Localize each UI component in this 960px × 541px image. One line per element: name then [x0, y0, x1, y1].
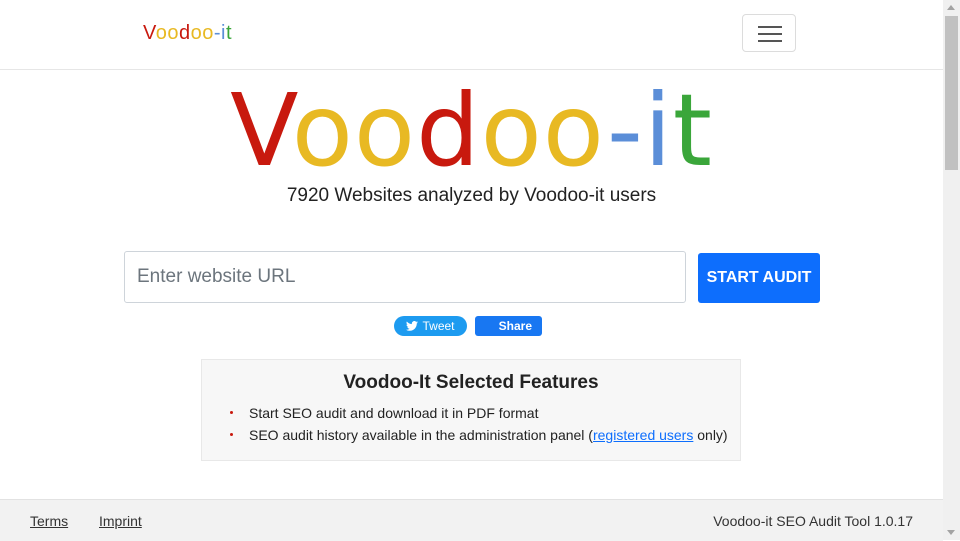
logo-letter: t: [672, 72, 713, 189]
website-url-input[interactable]: [124, 251, 686, 303]
websites-analyzed-count: 7920 Websites analyzed by Voodoo-it user…: [286, 185, 657, 206]
hero-logo: Voodoo-it: [0, 76, 943, 186]
scroll-up-arrow-icon[interactable]: [947, 5, 955, 10]
scroll-down-arrow-icon[interactable]: [947, 530, 955, 535]
feature-text-history-suffix: only): [693, 427, 728, 443]
brand-logo-text: Voodoo-it: [143, 22, 232, 44]
facebook-share-button[interactable]: Share: [475, 316, 542, 336]
logo-letter: o: [167, 22, 179, 44]
logo-letter: o: [353, 72, 417, 189]
scroll-thumb[interactable]: [945, 16, 958, 170]
features-title: Voodoo-It Selected Features: [343, 372, 599, 393]
navbar: Voodoo-it: [0, 0, 943, 70]
feature-text-history-prefix: SEO audit history available in the admin…: [249, 427, 593, 443]
list-item: SEO audit history available in the admin…: [230, 424, 728, 446]
logo-letter: i: [643, 72, 673, 189]
logo-letter: -: [606, 72, 644, 189]
share-label: Share: [498, 319, 532, 333]
logo-letter: V: [143, 22, 156, 44]
logo-letter: o: [291, 72, 354, 189]
bullet-icon: [230, 433, 233, 436]
list-item: Start SEO audit and download it in PDF f…: [230, 402, 728, 424]
logo-letter: d: [179, 22, 191, 44]
registered-users-link[interactable]: registered users: [593, 427, 693, 443]
tweet-button[interactable]: Tweet: [394, 316, 467, 336]
logo-letter: o: [155, 22, 168, 44]
bullet-icon: [230, 411, 233, 414]
twitter-bird-icon: [406, 321, 419, 331]
tweet-label: Tweet: [422, 319, 455, 333]
terms-link[interactable]: Terms: [30, 513, 68, 529]
start-audit-button[interactable]: START AUDIT: [698, 253, 820, 303]
menu-toggle-button[interactable]: [742, 14, 796, 52]
features-list: Start SEO audit and download it in PDF f…: [230, 402, 728, 446]
logo-letter: -: [213, 22, 222, 44]
logo-letter: o: [480, 72, 543, 189]
logo-letter: o: [202, 22, 214, 44]
page: Voodoo-it Voodoo-it 7920 Websites analyz…: [0, 0, 943, 541]
logo-letter: V: [230, 72, 292, 189]
logo-letter: o: [542, 72, 607, 189]
footer: Terms Imprint Voodoo-it SEO Audit Tool 1…: [0, 499, 943, 541]
page-scrollbar[interactable]: [943, 0, 960, 540]
version-text: Voodoo-it SEO Audit Tool 1.0.17: [713, 513, 913, 529]
features-panel: Voodoo-It Selected Features Start SEO au…: [201, 359, 741, 461]
feature-text-pdf: Start SEO audit and download it in PDF f…: [249, 405, 539, 421]
brand-logo-link[interactable]: Voodoo-it: [143, 22, 232, 45]
logo-letter: o: [190, 22, 203, 44]
logo-letter: d: [416, 72, 481, 189]
logo-letter: t: [226, 22, 233, 44]
imprint-link[interactable]: Imprint: [99, 513, 142, 529]
